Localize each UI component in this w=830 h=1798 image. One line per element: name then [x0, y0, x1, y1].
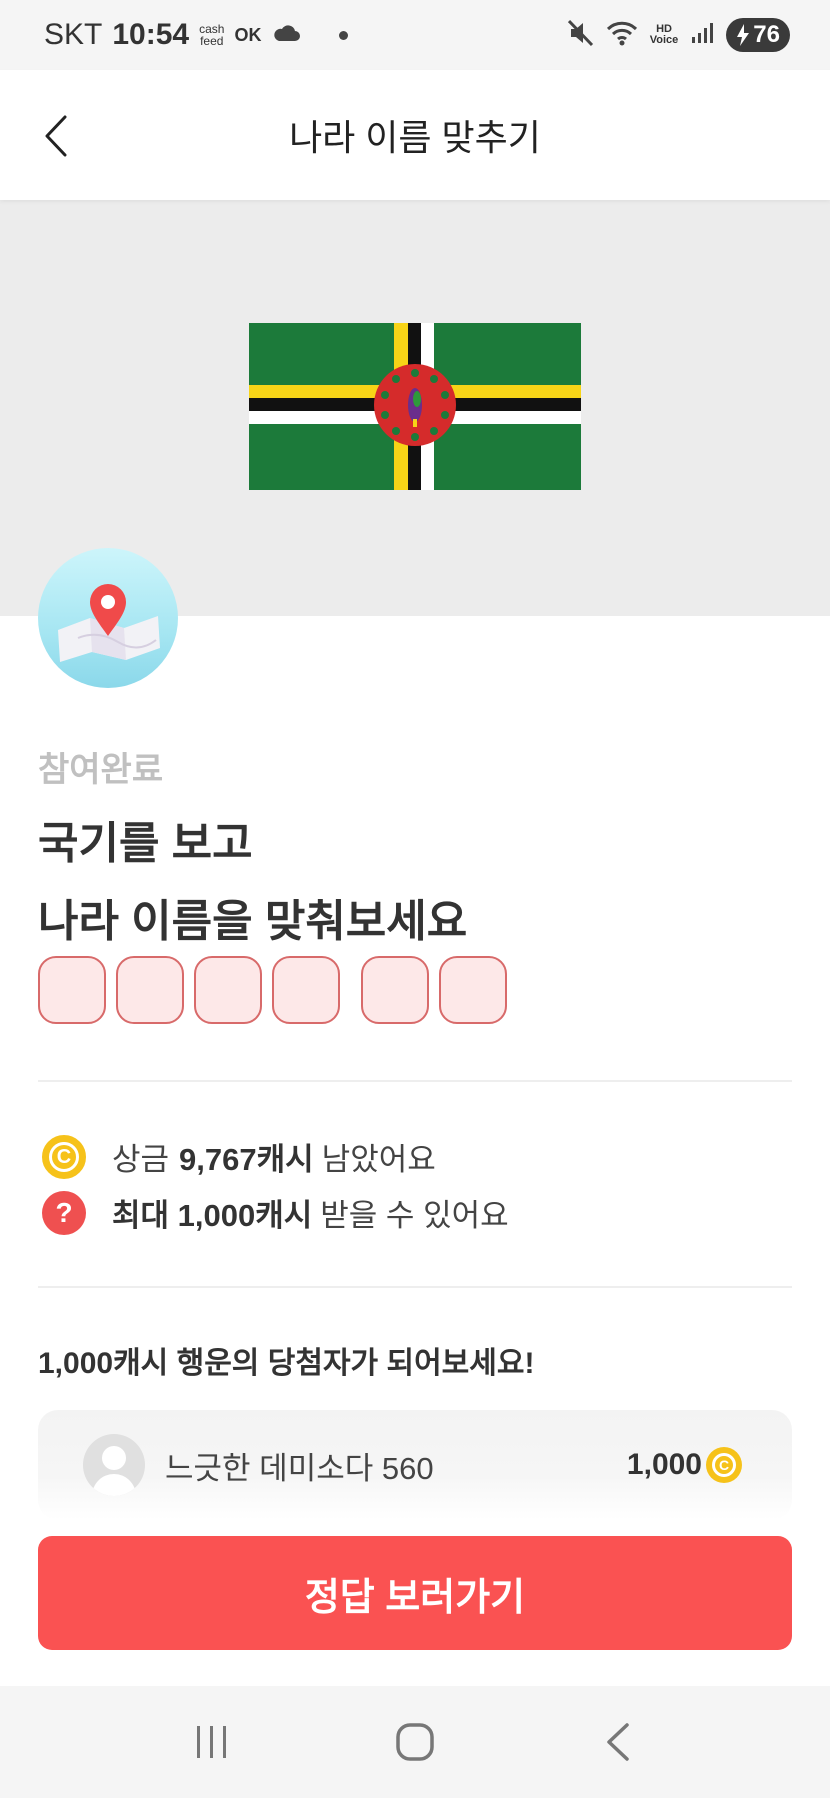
status-bar: SKT 10:54 cash feed OK HD Voice 76	[0, 0, 830, 70]
chevron-left-icon	[45, 115, 67, 157]
winner-name: 느긋한 데미소다 560	[165, 1450, 434, 1486]
clock: 10:54	[112, 18, 190, 51]
charging-icon	[737, 24, 750, 46]
map-pin-icon	[38, 548, 178, 688]
participation-status: 참여완료	[38, 751, 164, 789]
answer-box[interactable]	[439, 956, 507, 1024]
cloud-icon	[271, 23, 301, 48]
question-icon: ?	[42, 1190, 86, 1235]
ok-icon: OK	[234, 24, 262, 45]
view-answer-button[interactable]: 정답 보러가기	[38, 1536, 792, 1650]
back-icon	[607, 1723, 630, 1761]
answer-box[interactable]	[272, 956, 340, 1024]
recent-apps-button[interactable]	[172, 1702, 252, 1782]
flag-image	[249, 323, 581, 490]
wifi-icon	[606, 20, 638, 51]
battery-level: 76	[753, 21, 780, 48]
cashfeed-icon: cash feed	[199, 22, 225, 48]
signal-icon	[690, 21, 714, 50]
winner-amount: 1,000 C	[627, 1447, 742, 1483]
back-button[interactable]	[36, 108, 76, 164]
home-icon	[396, 1723, 434, 1761]
nav-back-button[interactable]	[578, 1702, 658, 1782]
answer-box[interactable]	[38, 956, 106, 1024]
question-line-1: 국기를 보고	[38, 819, 253, 868]
max-reward-row: ? 최대 1,000캐시 받을 수 있어요	[42, 1190, 509, 1235]
prize-remaining-row: C 상금 9,767캐시 남았어요	[42, 1134, 436, 1179]
carrier-label: SKT	[44, 18, 103, 51]
word-gap	[350, 956, 361, 1024]
answer-input-group	[38, 956, 517, 1024]
system-nav-bar	[0, 1686, 830, 1798]
max-reward-amount: 최대 1,000캐시	[112, 1198, 313, 1233]
home-button[interactable]	[375, 1702, 455, 1782]
page-title: 나라 이름 맞추기	[289, 117, 541, 158]
notification-dot-icon	[339, 30, 349, 40]
winner-list-item: 느긋한 데미소다 560 1,000 C	[38, 1410, 792, 1520]
recent-apps-icon	[196, 1726, 226, 1758]
question-line-2: 나라 이름을 맞춰보세요	[38, 897, 468, 946]
avatar	[83, 1434, 145, 1496]
answer-box[interactable]	[194, 956, 262, 1024]
prize-amount: 9,767캐시	[179, 1142, 314, 1177]
coin-icon: C	[42, 1134, 86, 1179]
divider	[38, 1286, 792, 1288]
answer-box[interactable]	[361, 956, 429, 1024]
hd-voice-icon: HD Voice	[649, 23, 679, 46]
battery-indicator: 76	[726, 18, 790, 52]
coin-icon: C	[706, 1447, 742, 1483]
divider	[38, 1080, 792, 1082]
mute-icon	[567, 19, 594, 52]
question-text: 국기를 보고 나라 이름을 맞춰보세요	[38, 805, 467, 961]
answer-box[interactable]	[116, 956, 184, 1024]
winners-title: 1,000캐시 행운의 당첨자가 되어보세요!	[38, 1347, 535, 1380]
app-bar: 나라 이름 맞추기	[0, 70, 830, 200]
